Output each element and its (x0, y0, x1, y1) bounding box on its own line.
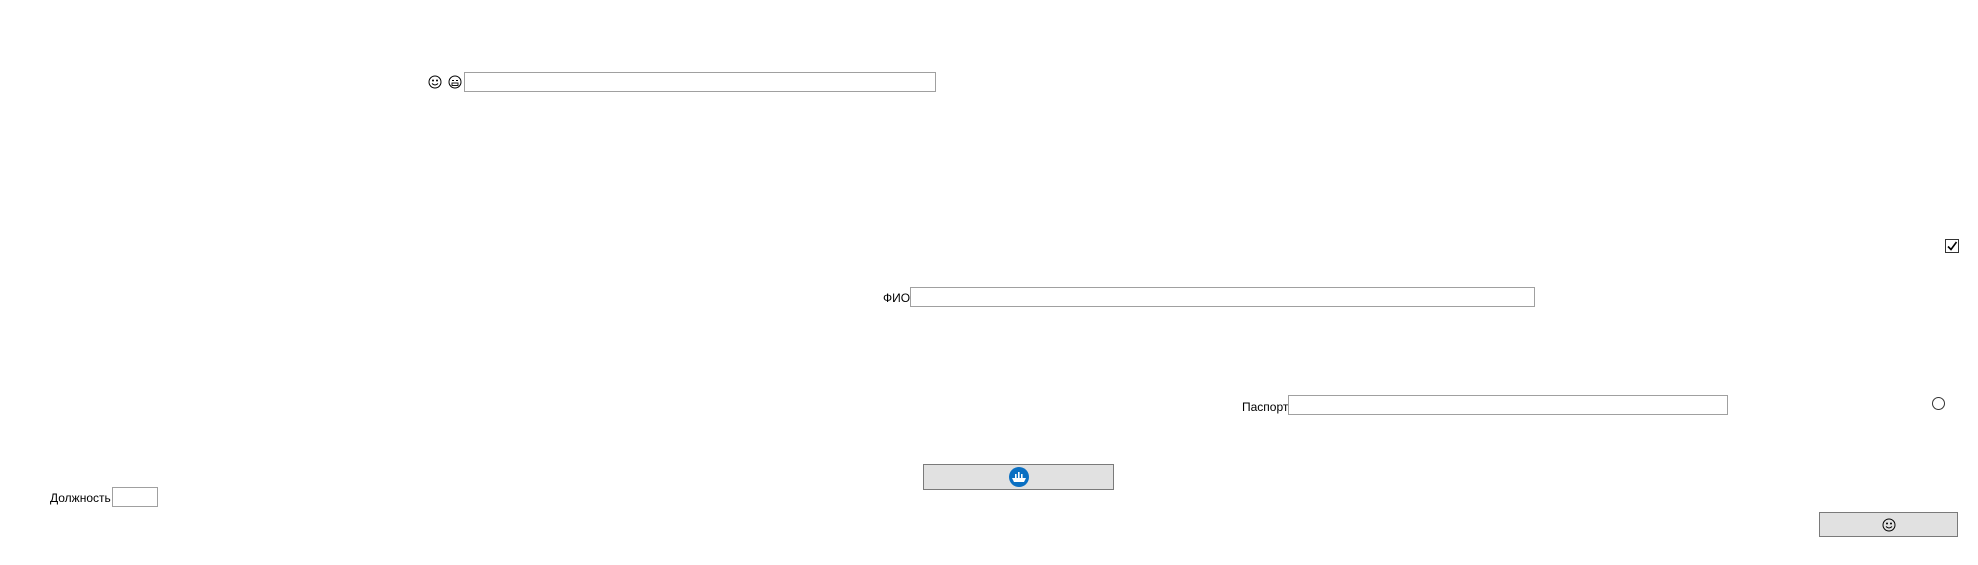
ship-logo-icon (1008, 467, 1029, 487)
passport-label: Паспорт (1242, 400, 1289, 414)
ship-logo-button[interactable] (923, 464, 1114, 490)
grinning-face-icon[interactable] (448, 75, 462, 89)
smiley-face-icon (1882, 518, 1895, 531)
face-button[interactable] (1819, 512, 1958, 537)
fio-label: ФИО (883, 291, 911, 305)
checkmark-icon (1947, 241, 1958, 251)
fio-field[interactable] (910, 287, 1535, 307)
radio-button[interactable] (1932, 397, 1945, 410)
position-label: Должность (50, 491, 111, 505)
top-text-field[interactable] (464, 72, 936, 92)
passport-field[interactable] (1288, 395, 1728, 415)
position-field[interactable] (112, 487, 158, 507)
smiley-face-icon[interactable] (428, 75, 442, 89)
checkbox[interactable] (1945, 239, 1959, 253)
